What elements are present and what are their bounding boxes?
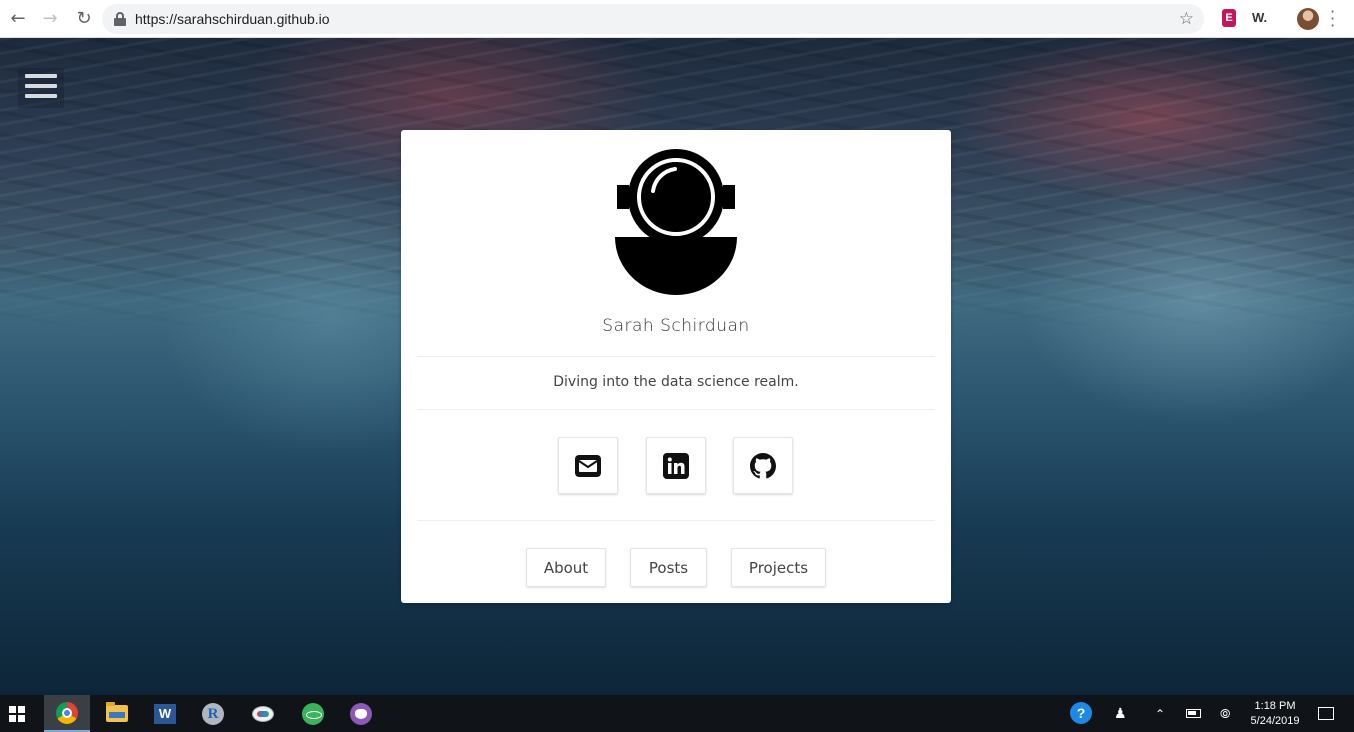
star-icon[interactable]: ☆ — [1179, 9, 1194, 29]
lock-icon — [114, 12, 126, 26]
envelope-icon — [575, 454, 601, 477]
profile-avatar[interactable] — [1297, 8, 1319, 30]
divider — [417, 409, 935, 410]
profile-tagline: Diving into the data science realm. — [553, 374, 799, 390]
divider — [417, 356, 935, 357]
profile-name: Sarah Schirduan — [602, 316, 750, 336]
windows-taskbar: W R ? ♟ ⌃ ⦾ 1:18 PM 5/24/2019 — [0, 695, 1354, 732]
battery-icon[interactable] — [1186, 695, 1201, 732]
linkedin-icon — [663, 452, 689, 479]
r-icon[interactable]: R — [190, 695, 236, 732]
atom-icon[interactable] — [290, 695, 336, 732]
forward-button[interactable]: → — [36, 5, 64, 33]
word-icon[interactable]: W — [142, 695, 188, 732]
people-icon[interactable]: ♟ — [1114, 695, 1127, 732]
file-explorer-icon[interactable] — [94, 695, 140, 732]
nav-about[interactable]: About — [526, 548, 606, 587]
hamburger-menu-icon[interactable] — [18, 68, 64, 108]
browser-toolbar: ← → ↻ https://sarahschirduan.github.io ☆… — [0, 0, 1354, 38]
gitkraken-icon[interactable] — [338, 695, 384, 732]
divider — [417, 520, 935, 521]
nav-projects[interactable]: Projects — [731, 548, 826, 587]
help-icon[interactable]: ? — [1070, 702, 1092, 724]
clock-date: 5/24/2019 — [1250, 714, 1300, 727]
clock[interactable]: 1:18 PM 5/24/2019 — [1240, 695, 1310, 732]
notification-icon[interactable] — [1318, 707, 1334, 720]
reload-button[interactable]: ↻ — [70, 5, 98, 33]
page-background: Sarah Schirduan Diving into the data sci… — [0, 38, 1354, 695]
chrome-icon[interactable] — [44, 695, 90, 732]
email-button[interactable] — [558, 437, 618, 494]
profile-card: Sarah Schirduan Diving into the data sci… — [401, 130, 951, 603]
extension-w-icon[interactable]: W. — [1252, 10, 1267, 25]
more-vert-icon[interactable]: · · · — [1330, 4, 1335, 34]
github-button[interactable] — [733, 437, 793, 494]
nav-posts[interactable]: Posts — [630, 548, 707, 587]
paint-icon[interactable] — [240, 695, 286, 732]
chevron-up-icon[interactable]: ⌃ — [1155, 695, 1165, 732]
linkedin-button[interactable] — [646, 437, 706, 494]
clock-time: 1:18 PM — [1254, 699, 1296, 712]
back-button[interactable]: ← — [4, 5, 32, 33]
address-bar[interactable]: https://sarahschirduan.github.io ☆ — [102, 4, 1204, 34]
wifi-icon[interactable]: ⦾ — [1220, 695, 1230, 732]
diver-helmet-icon — [611, 149, 741, 295]
extension-e-icon[interactable]: E — [1222, 9, 1236, 27]
windows-start-icon[interactable] — [0, 695, 40, 732]
github-icon — [750, 452, 776, 478]
url-text[interactable]: https://sarahschirduan.github.io — [135, 11, 330, 27]
